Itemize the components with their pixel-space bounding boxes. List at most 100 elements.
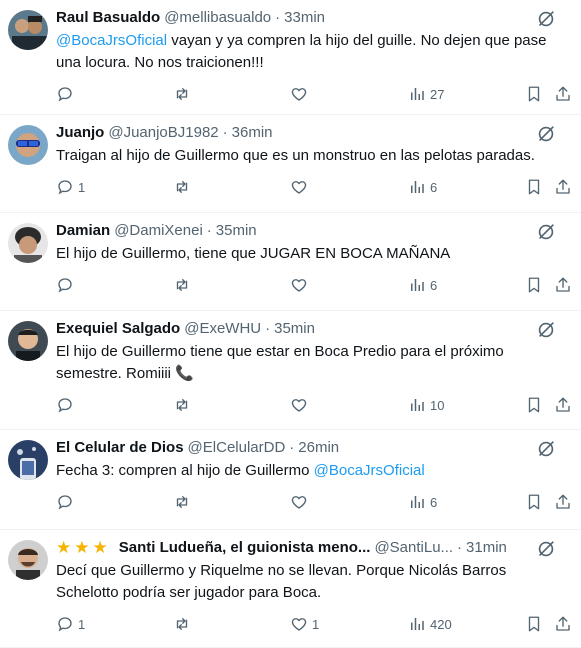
reply-button[interactable]: 1 bbox=[56, 614, 85, 634]
display-name[interactable]: Santi Ludueña, el guionista meno... bbox=[119, 538, 371, 558]
grok-icon[interactable] bbox=[535, 8, 557, 30]
tweet-text: Decí que Guillermo y Riquelme no se llev… bbox=[56, 562, 507, 601]
tweet[interactable]: El Celular de Dios @ElCelularDD · 26min … bbox=[0, 430, 581, 530]
bookmark-button[interactable] bbox=[525, 84, 543, 104]
share-button[interactable] bbox=[554, 275, 572, 295]
grok-icon[interactable] bbox=[535, 123, 557, 145]
timestamp[interactable]: 36min bbox=[232, 123, 273, 143]
views-button[interactable]: 6 bbox=[408, 275, 437, 295]
views-count: 420 bbox=[430, 616, 452, 632]
avatar[interactable] bbox=[8, 10, 48, 50]
views-button[interactable]: 6 bbox=[408, 492, 437, 512]
separator: · bbox=[265, 320, 271, 337]
reply-icon bbox=[58, 398, 72, 413]
like-button[interactable] bbox=[290, 395, 312, 415]
like-button[interactable] bbox=[290, 492, 312, 512]
views-icon bbox=[411, 181, 424, 193]
retweet-button[interactable] bbox=[173, 492, 195, 512]
retweet-button[interactable] bbox=[173, 395, 195, 415]
tweet[interactable]: ★★★ Santi Ludueña, el guionista meno... … bbox=[0, 530, 581, 648]
views-icon bbox=[411, 496, 424, 508]
grok-icon[interactable] bbox=[535, 319, 557, 341]
action-bar: 10 bbox=[56, 395, 572, 433]
share-button[interactable] bbox=[554, 492, 572, 512]
user-handle[interactable]: @SantiLu... bbox=[374, 538, 453, 558]
timestamp[interactable]: 31min bbox=[466, 538, 507, 558]
heart-icon bbox=[291, 618, 307, 631]
bookmark-icon bbox=[528, 494, 540, 510]
display-name[interactable]: Raul Basualdo bbox=[56, 8, 160, 28]
mention-link[interactable]: @BocaJrsOficial bbox=[314, 462, 425, 479]
display-name[interactable]: El Celular de Dios bbox=[56, 438, 184, 458]
share-button[interactable] bbox=[554, 177, 572, 197]
grok-icon[interactable] bbox=[535, 221, 557, 243]
timestamp[interactable]: 35min bbox=[274, 319, 315, 339]
like-button[interactable] bbox=[290, 177, 312, 197]
grok-icon[interactable] bbox=[535, 438, 557, 460]
views-icon bbox=[411, 618, 424, 630]
share-icon bbox=[556, 494, 570, 509]
retweet-button[interactable] bbox=[173, 177, 195, 197]
user-handle[interactable]: @ElCelularDD bbox=[188, 438, 286, 458]
bookmark-button[interactable] bbox=[525, 614, 543, 634]
tweet-header: Raul Basualdo @mellibasualdo · 33min bbox=[56, 8, 569, 28]
tweet-text: Fecha 3: compren al hijo de Guillermo @B… bbox=[56, 460, 569, 482]
tweet[interactable]: Exequiel Salgado @ExeWHU · 35min El hijo… bbox=[0, 311, 581, 430]
views-button[interactable]: 6 bbox=[408, 177, 437, 197]
views-button[interactable]: 10 bbox=[408, 395, 444, 415]
tweet-header: El Celular de Dios @ElCelularDD · 26min bbox=[56, 438, 569, 458]
user-handle[interactable]: @DamiXenei bbox=[114, 221, 203, 241]
reply-button[interactable]: 1 bbox=[56, 177, 85, 197]
avatar[interactable] bbox=[8, 321, 48, 361]
reply-button[interactable] bbox=[56, 84, 78, 104]
bookmark-button[interactable] bbox=[525, 275, 543, 295]
bookmark-button[interactable] bbox=[525, 177, 543, 197]
tweet[interactable]: Raul Basualdo @mellibasualdo · 33min @Bo… bbox=[0, 0, 581, 115]
user-handle[interactable]: @mellibasualdo bbox=[164, 8, 271, 28]
tweet[interactable]: Juanjo @JuanjoBJ1982 · 36min Traigan al … bbox=[0, 115, 581, 213]
like-button[interactable]: 1 bbox=[290, 614, 319, 634]
separator: · bbox=[206, 222, 212, 239]
share-icon bbox=[556, 616, 570, 631]
share-button[interactable] bbox=[554, 84, 572, 104]
display-name[interactable]: Exequiel Salgado bbox=[56, 319, 180, 339]
heart-icon bbox=[291, 496, 307, 509]
share-button[interactable] bbox=[554, 614, 572, 634]
views-button[interactable]: 420 bbox=[408, 614, 452, 634]
reply-button[interactable] bbox=[56, 492, 78, 512]
share-button[interactable] bbox=[554, 395, 572, 415]
avatar[interactable] bbox=[8, 223, 48, 263]
timestamp[interactable]: 26min bbox=[298, 438, 339, 458]
timestamp[interactable]: 35min bbox=[216, 221, 257, 241]
views-count: 6 bbox=[430, 179, 438, 195]
retweet-button[interactable] bbox=[173, 84, 195, 104]
display-name[interactable]: Juanjo bbox=[56, 123, 104, 143]
separator: · bbox=[222, 124, 228, 141]
bookmark-icon bbox=[528, 277, 540, 293]
views-button[interactable]: 27 bbox=[408, 84, 444, 104]
avatar[interactable] bbox=[8, 125, 48, 165]
reply-button[interactable] bbox=[56, 275, 78, 295]
retweet-button[interactable] bbox=[173, 614, 195, 634]
avatar[interactable] bbox=[8, 540, 48, 580]
separator: · bbox=[275, 9, 281, 26]
share-icon bbox=[556, 277, 570, 292]
like-button[interactable] bbox=[290, 84, 312, 104]
tweet[interactable]: Damian @DamiXenei · 35min El hijo de Gui… bbox=[0, 213, 581, 311]
reply-icon bbox=[58, 180, 72, 195]
retweet-button[interactable] bbox=[173, 275, 195, 295]
mention-link[interactable]: @BocaJrsOficial bbox=[56, 32, 167, 49]
user-handle[interactable]: @ExeWHU bbox=[184, 319, 261, 339]
star-badge: ★★★ bbox=[56, 538, 111, 557]
bookmark-button[interactable] bbox=[525, 492, 543, 512]
reply-button[interactable] bbox=[56, 395, 78, 415]
grok-icon[interactable] bbox=[535, 538, 557, 560]
user-handle[interactable]: @JuanjoBJ1982 bbox=[108, 123, 218, 143]
display-name[interactable]: Damian bbox=[56, 221, 110, 241]
avatar[interactable] bbox=[8, 440, 48, 480]
like-button[interactable] bbox=[290, 275, 312, 295]
bookmark-button[interactable] bbox=[525, 395, 543, 415]
share-icon bbox=[556, 397, 570, 412]
timestamp[interactable]: 33min bbox=[284, 8, 325, 28]
heart-icon bbox=[291, 88, 307, 101]
